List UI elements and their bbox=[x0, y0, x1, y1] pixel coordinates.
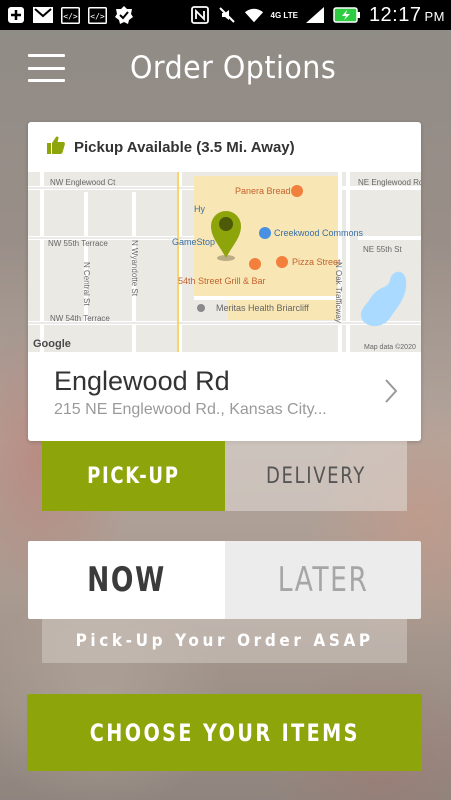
pickup-label: PICK-UP bbox=[87, 463, 180, 489]
map-label: N Wyandotte St bbox=[130, 240, 139, 297]
thumbs-up-icon bbox=[46, 135, 66, 160]
asap-note: Pick-Up Your Order ASAP bbox=[42, 619, 407, 663]
map-label: N Oak Trafficway bbox=[334, 262, 343, 323]
pickup-button[interactable]: PICK-UP bbox=[42, 441, 225, 511]
order-time-toggle: NOW LATER bbox=[28, 541, 421, 619]
time-ampm: PM bbox=[424, 8, 445, 24]
store-address: 215 NE Englewood Rd., Kansas City... bbox=[54, 401, 327, 418]
map-label: Map data ©2020 bbox=[364, 343, 416, 351]
network-type: 4G LTE bbox=[271, 5, 298, 25]
map-label: NE Englewood Rd bbox=[358, 178, 421, 187]
status-time: 12:17 PM bbox=[369, 4, 445, 27]
network-label: 4G LTE bbox=[270, 10, 298, 20]
asap-note-text: Pick-Up Your Order ASAP bbox=[75, 631, 374, 651]
google-logo: Google bbox=[33, 338, 71, 350]
order-method-toggle: PICK-UP DELIVERY bbox=[42, 441, 407, 511]
map-label: Creekwood Commons bbox=[274, 228, 364, 238]
store-selector[interactable]: Englewood Rd 215 NE Englewood Rd., Kansa… bbox=[28, 352, 421, 441]
map-label: NW 55th Terrace bbox=[48, 239, 108, 248]
chevron-right-icon[interactable] bbox=[383, 378, 399, 409]
svg-text:</>: </> bbox=[90, 12, 105, 21]
wifi-icon bbox=[244, 5, 264, 25]
map-label: NW 54th Terrace bbox=[50, 314, 110, 323]
signal-icon bbox=[305, 5, 325, 25]
nfc-icon bbox=[190, 5, 210, 25]
choose-items-button[interactable]: CHOOSE YOUR ITEMS bbox=[27, 694, 422, 771]
now-label: NOW bbox=[86, 560, 166, 600]
map-label: Pizza Street bbox=[292, 257, 341, 267]
mute-icon bbox=[217, 5, 237, 25]
map-label: N Central St bbox=[82, 262, 91, 306]
now-button[interactable]: NOW bbox=[28, 541, 225, 619]
store-map[interactable]: NW Englewood Ct NE Englewood Rd NW 55th … bbox=[28, 172, 421, 352]
gmail-icon bbox=[33, 5, 53, 25]
page-title: Order Options bbox=[130, 50, 337, 86]
delivery-button[interactable]: DELIVERY bbox=[224, 441, 407, 511]
svg-text:</>: </> bbox=[63, 12, 78, 21]
map-label: NW Englewood Ct bbox=[50, 178, 116, 187]
later-button[interactable]: LATER bbox=[224, 541, 421, 619]
map-label: Meritas Health Briarcliff bbox=[216, 303, 309, 313]
check-icon bbox=[114, 5, 134, 25]
pickup-status-text: Pickup Available (3.5 Mi. Away) bbox=[74, 138, 295, 156]
code-icon: </> bbox=[87, 5, 107, 25]
delivery-label: DELIVERY bbox=[265, 463, 366, 489]
status-bar: </> </> 4G LTE 12:17 PM bbox=[0, 0, 451, 30]
choose-items-label: CHOOSE YOUR ITEMS bbox=[89, 718, 360, 747]
code-icon: </> bbox=[60, 5, 80, 25]
map-label: GameStop bbox=[172, 237, 215, 247]
map-label: 54th Street Grill & Bar bbox=[178, 276, 266, 286]
time-value: 12:17 bbox=[368, 3, 422, 26]
location-card[interactable]: Pickup Available (3.5 Mi. Away) NW Engle… bbox=[28, 122, 421, 441]
pickup-availability: Pickup Available (3.5 Mi. Away) bbox=[28, 122, 421, 172]
plus-icon bbox=[6, 5, 26, 25]
map-label: Panera Bread bbox=[235, 186, 291, 196]
hamburger-menu-icon[interactable] bbox=[28, 54, 65, 82]
app-header: Order Options bbox=[0, 30, 451, 112]
battery-charging-icon bbox=[332, 5, 362, 25]
later-label: LATER bbox=[277, 560, 369, 600]
map-label: NE 55th St bbox=[363, 245, 402, 254]
store-name: Englewood Rd bbox=[54, 366, 230, 396]
map-label: Hy bbox=[194, 204, 205, 214]
